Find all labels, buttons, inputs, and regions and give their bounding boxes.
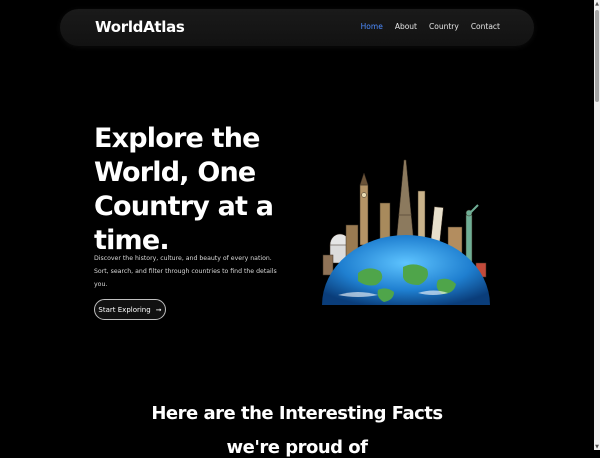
nav-link-home[interactable]: Home: [361, 22, 383, 31]
scroll-thumb[interactable]: [595, 10, 599, 102]
scroll-down-arrow-icon[interactable]: ▼: [594, 443, 600, 450]
nav-link-contact[interactable]: Contact: [471, 22, 500, 31]
hero-title: Explore the World, One Country at a time…: [94, 123, 274, 256]
hero-description: Discover the history, culture, and beaut…: [94, 255, 277, 288]
start-exploring-label: Start Exploring: [98, 305, 151, 314]
nav-link-about[interactable]: About: [395, 22, 417, 31]
brand-logo[interactable]: WorldAtlas: [95, 18, 185, 36]
nav-links: Home About Country Contact: [361, 22, 500, 31]
scroll-up-arrow-icon[interactable]: ▲: [594, 0, 600, 7]
arrow-right-icon: ➞: [155, 305, 162, 314]
navbar: WorldAtlas Home About Country Contact: [60, 9, 534, 46]
scrollbar[interactable]: ▲ ▼: [594, 0, 600, 450]
world-landmarks-globe-image: [322, 159, 490, 305]
start-exploring-button[interactable]: Start Exploring ➞: [94, 299, 166, 320]
facts-heading: Here are the Interesting Facts: [151, 403, 443, 424]
nav-link-country[interactable]: Country: [429, 22, 459, 31]
facts-subheading: we're proud of: [226, 437, 369, 458]
